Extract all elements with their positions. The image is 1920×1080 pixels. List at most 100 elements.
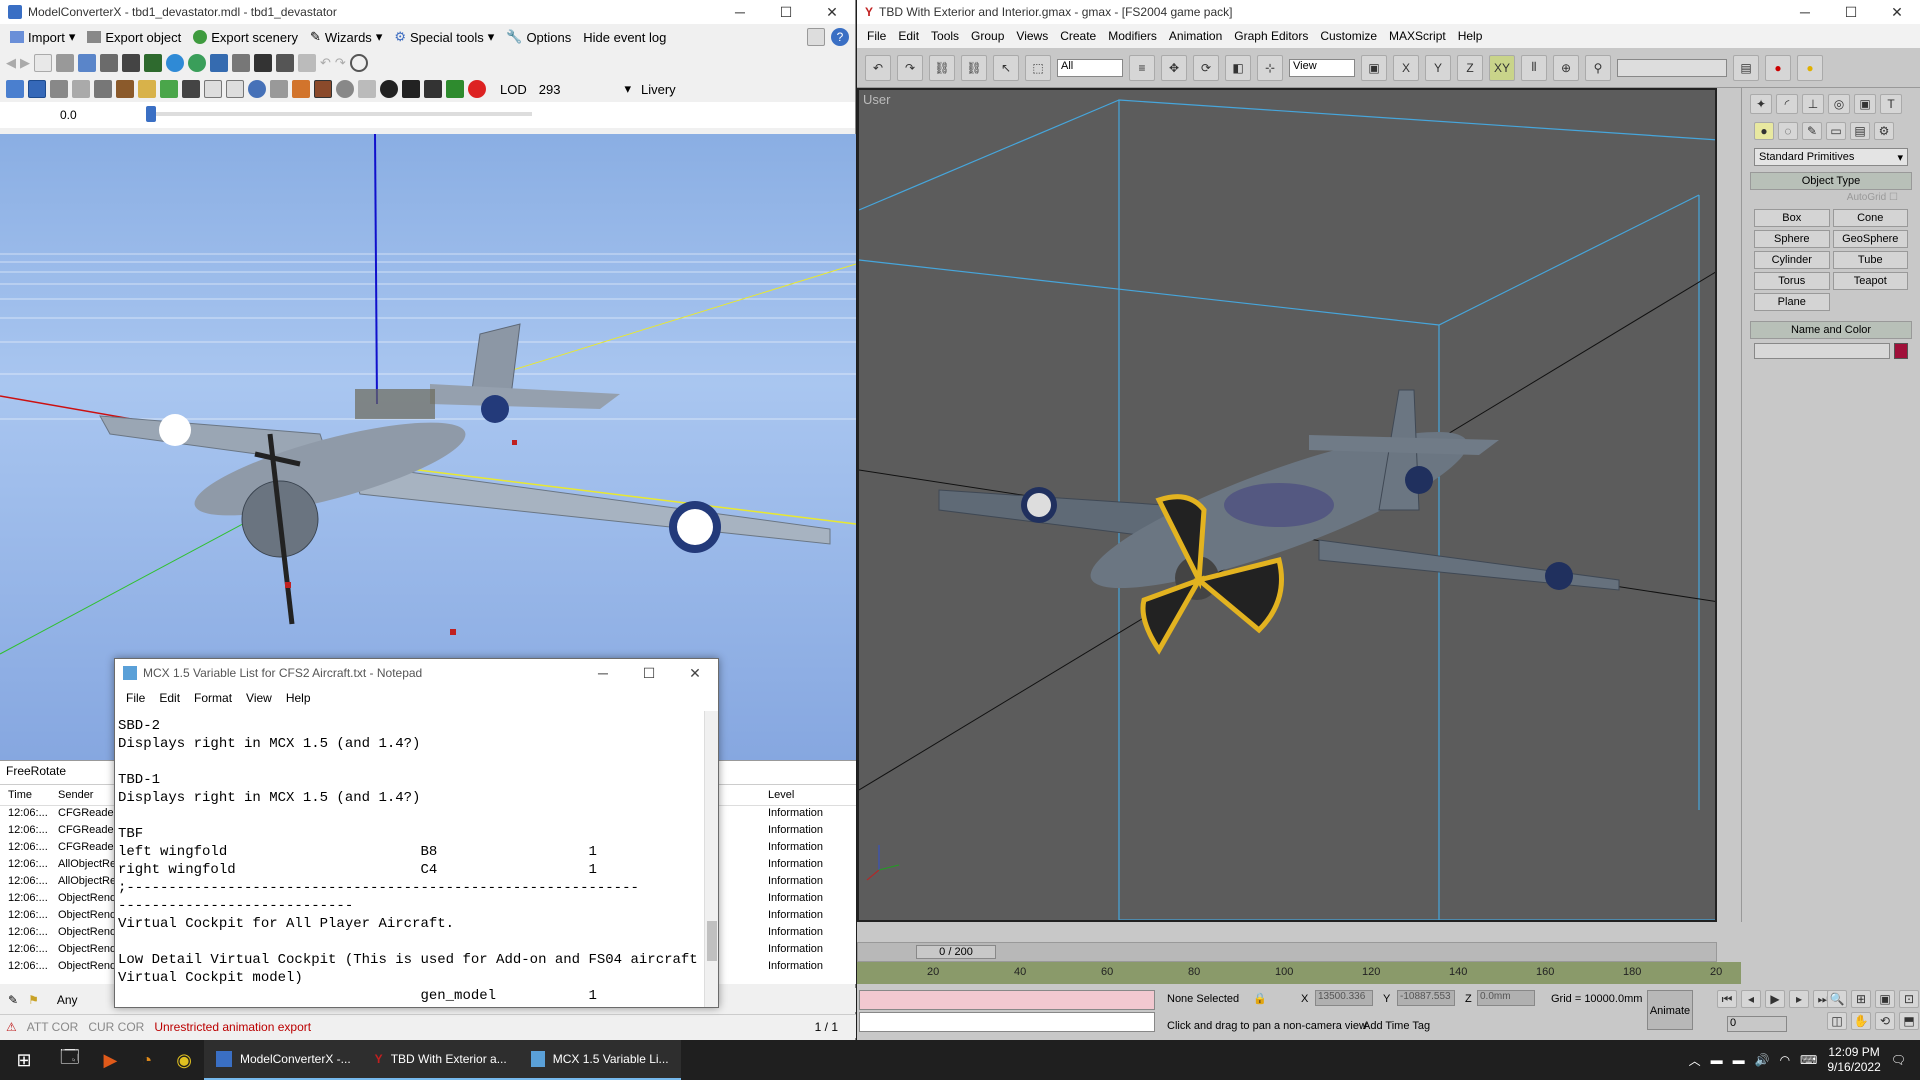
name-color-header[interactable]: Name and Color	[1750, 321, 1912, 339]
axis-xy-icon[interactable]: XY	[1489, 54, 1515, 81]
hierarchy-icon[interactable]	[78, 54, 96, 72]
systems-icon[interactable]: ⚙	[1874, 122, 1894, 140]
selection-filter-dropdown[interactable]: All	[1057, 58, 1123, 77]
menu-file[interactable]: File	[119, 691, 152, 705]
cross-icon[interactable]	[204, 80, 222, 98]
maxscript-output[interactable]	[859, 1012, 1155, 1032]
select-icon[interactable]: ↖	[993, 54, 1019, 81]
menu-file[interactable]: File	[861, 25, 892, 47]
chevron-up-icon[interactable]: ︿	[1689, 1052, 1701, 1069]
options-button[interactable]: 🔧 Options	[500, 26, 577, 48]
menu-animation[interactable]: Animation	[1163, 25, 1228, 47]
fov-icon[interactable]: ◫	[1827, 1012, 1847, 1030]
motion-tab-icon[interactable]: ◎	[1828, 94, 1850, 114]
animate-button[interactable]: Animate	[1647, 990, 1693, 1030]
taskbar-item-notepad[interactable]: MCX 1.5 Variable Li...	[518, 1040, 681, 1080]
zoom-extents-all-icon[interactable]: ⊡	[1899, 990, 1919, 1008]
wizards-button[interactable]: ✎ Wizards ▾	[304, 26, 388, 48]
axis-y-icon[interactable]: Y	[1425, 54, 1451, 81]
link-icon[interactable]: ⛓	[929, 54, 955, 81]
add-time-tag[interactable]: Add Time Tag	[1363, 1020, 1430, 1032]
zoom-icon[interactable]: 🔍	[1827, 990, 1847, 1008]
maximize-icon[interactable]: ☐	[626, 665, 672, 682]
taskbar-item-mcx[interactable]: ModelConverterX -...	[203, 1040, 363, 1080]
menu-edit[interactable]: Edit	[152, 691, 187, 705]
pivot-icon[interactable]: ⊹	[1257, 54, 1283, 81]
named-selection-dropdown[interactable]	[1617, 58, 1727, 77]
primitive-cylinder-button[interactable]: Cylinder	[1754, 251, 1830, 269]
utilities-tab-icon[interactable]: T	[1880, 94, 1902, 114]
monitor-icon[interactable]	[276, 54, 294, 72]
primitive-sphere-button[interactable]: Sphere	[1754, 230, 1830, 248]
play-icon[interactable]: ▶	[1765, 990, 1785, 1008]
ref-coord-dropdown[interactable]: View	[1289, 58, 1355, 77]
menu-graph-editors[interactable]: Graph Editors	[1228, 25, 1314, 47]
menu-views[interactable]: Views	[1010, 25, 1054, 47]
volume-icon[interactable]: 🔊	[1755, 1053, 1770, 1067]
taskbar-item-gmax[interactable]: Y TBD With Exterior a...	[362, 1040, 519, 1080]
primitive-tube-button[interactable]: Tube	[1832, 251, 1908, 269]
globe-icon[interactable]	[166, 54, 184, 72]
modify-tab-icon[interactable]: ◜	[1776, 94, 1798, 114]
scissors-icon[interactable]	[226, 80, 244, 98]
menu-format[interactable]: Format	[187, 691, 239, 705]
page-icon[interactable]	[34, 54, 52, 72]
cube-icon[interactable]	[94, 80, 112, 98]
clear-icon[interactable]: ✎	[8, 993, 18, 1007]
autogrid-checkbox[interactable]: AutoGrid ☐	[1750, 190, 1912, 205]
zoom-all-icon[interactable]: ⊞	[1851, 990, 1871, 1008]
earth-icon[interactable]	[188, 54, 206, 72]
sun-icon[interactable]	[424, 80, 442, 98]
minimize-icon[interactable]: ─	[1782, 4, 1828, 21]
chevron-down-icon[interactable]: ▾	[624, 81, 631, 97]
cameras-icon[interactable]: ▭	[1826, 122, 1846, 140]
close-icon[interactable]: ✕	[1874, 4, 1920, 21]
view-icon[interactable]	[6, 80, 24, 98]
axis-icon[interactable]	[50, 80, 68, 98]
list-icon[interactable]	[298, 54, 316, 72]
sphere-icon[interactable]	[336, 80, 354, 98]
orbit-icon[interactable]: ⟲	[1875, 1012, 1895, 1030]
scale-icon[interactable]: ◧	[1225, 54, 1251, 81]
primitive-teapot-button[interactable]: Teapot	[1832, 272, 1908, 290]
flag-icon[interactable]: ⚑	[28, 993, 39, 1007]
lights-icon[interactable]: ✎	[1802, 122, 1822, 140]
move-icon[interactable]: ✥	[1161, 54, 1187, 81]
helpers-icon[interactable]: ▤	[1850, 122, 1870, 140]
chrome-icon[interactable]: ◉	[164, 1040, 204, 1080]
back-icon[interactable]: ◀	[6, 55, 16, 71]
menu-group[interactable]: Group	[965, 25, 1010, 47]
time-slider[interactable]: 0 / 200	[857, 942, 1717, 962]
primitive-plane-button[interactable]: Plane	[1754, 293, 1830, 311]
export-scenery-button[interactable]: Export scenery	[187, 26, 304, 48]
refresh-icon[interactable]	[349, 54, 368, 72]
hide-event-log-button[interactable]: Hide event log	[577, 26, 672, 48]
gear-icon[interactable]	[270, 80, 288, 98]
snap-icon[interactable]: ⚲	[1585, 54, 1611, 81]
person-icon[interactable]	[254, 54, 272, 72]
object-color-swatch[interactable]	[1894, 343, 1908, 359]
notepad-text-area[interactable]: SBD-2 Displays right in MCX 1.5 (and 1.4?…	[115, 711, 704, 1007]
material-icon[interactable]	[100, 54, 118, 72]
scenery-icon[interactable]	[144, 54, 162, 72]
y-coord[interactable]: -10887.553	[1397, 990, 1455, 1006]
menu-help[interactable]: Help	[279, 691, 318, 705]
menu-edit[interactable]: Edit	[892, 25, 925, 47]
media-player-icon[interactable]: ▶	[92, 1040, 130, 1080]
special-tools-button[interactable]: ⚙ Special tools ▾	[388, 26, 500, 48]
cube-orange-icon[interactable]	[292, 80, 310, 98]
prev-frame-icon[interactable]: ◂	[1741, 990, 1761, 1008]
region-select-icon[interactable]: ⬚	[1025, 54, 1051, 81]
box-icon[interactable]	[116, 80, 134, 98]
light-icon[interactable]	[358, 80, 376, 98]
keyboard-icon[interactable]: ⌨	[1800, 1053, 1817, 1067]
maxscript-listener[interactable]	[859, 990, 1155, 1010]
tray-app-icon[interactable]: ▬	[1711, 1053, 1723, 1067]
menu-tools[interactable]: Tools	[925, 25, 965, 47]
menu-create[interactable]: Create	[1054, 25, 1102, 47]
grid-icon[interactable]	[210, 54, 228, 72]
maximize-icon[interactable]: ☐	[763, 4, 809, 21]
camera-icon[interactable]	[56, 54, 74, 72]
green-square-icon[interactable]	[160, 80, 178, 98]
redo-icon[interactable]: ↷	[897, 54, 923, 81]
